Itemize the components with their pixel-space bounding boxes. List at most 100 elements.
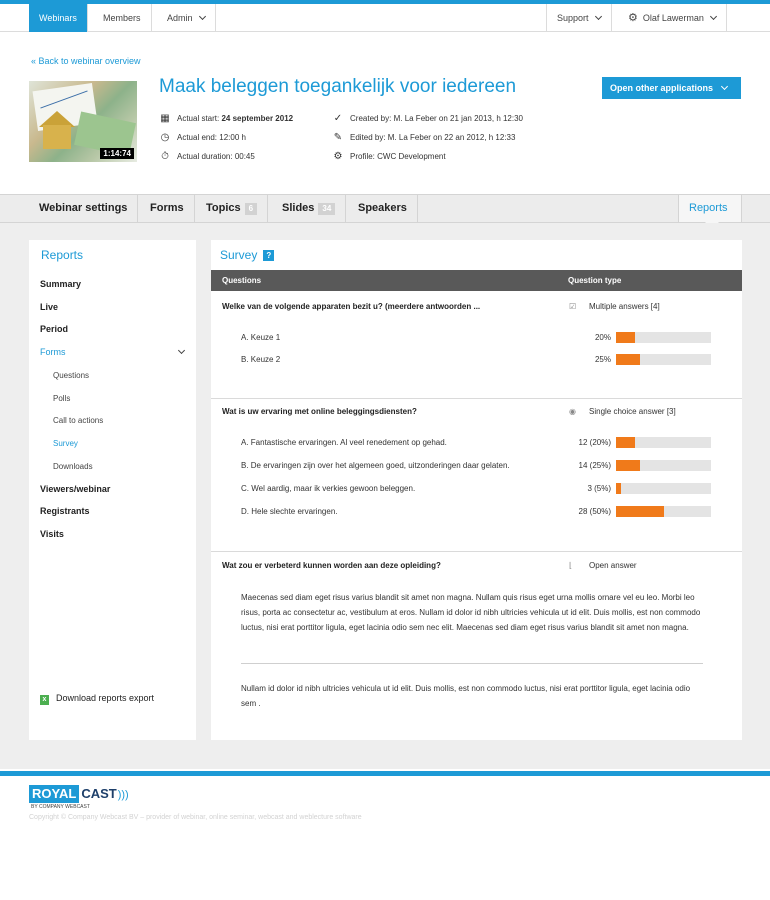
sidebar-sub-survey[interactable]: Survey <box>53 439 78 448</box>
webinar-thumbnail[interactable]: 1:14:74 <box>29 81 137 162</box>
calendar-icon: ▦ <box>160 113 170 124</box>
open-answer-response: Nullam id dolor id nibh ultricies vehicu… <box>241 684 691 708</box>
question-2: Wat is uw ervaring met online beleggings… <box>222 407 417 416</box>
radio-icon: ◉ <box>569 407 576 416</box>
question-2-type: ◉ Single choice answer [3] <box>569 407 676 416</box>
top-navigation: Webinars Members Admin Support ⚙ Olaf Law… <box>0 4 770 32</box>
nav-webinars[interactable]: Webinars <box>29 4 88 32</box>
answer-label: C. Wel aardig, maar ik verkies gewoon be… <box>241 484 416 493</box>
pencil-icon: ✎ <box>333 132 343 143</box>
nav-support[interactable]: Support <box>546 4 612 32</box>
tab-speakers[interactable]: Speakers <box>348 195 418 222</box>
survey-title: Survey? <box>220 248 275 262</box>
sidebar-item-live[interactable]: Live <box>40 302 58 312</box>
answer-stat: 3 (5%) <box>587 484 611 493</box>
answer-label: B. Keuze 2 <box>241 355 281 364</box>
download-label: Download reports export <box>56 693 155 703</box>
sidebar-sub-polls[interactable]: Polls <box>53 394 70 403</box>
broadcast-waves-icon: ))) <box>117 789 129 801</box>
answer-label: A. Fantastische ervaringen. Al veel rene… <box>241 438 447 447</box>
back-to-overview-link[interactable]: « Back to webinar overview <box>31 56 141 66</box>
answer-stat: 12 (20%) <box>578 438 611 447</box>
tab-reports[interactable]: Reports <box>678 195 742 222</box>
sidebar-sub-questions[interactable]: Questions <box>53 371 89 380</box>
royalcast-logo[interactable]: ROYAL CAST))) BY COMPANY WEBCAST <box>29 785 129 810</box>
answer-bar-fill <box>616 460 640 471</box>
sidebar-sub-call-to-actions[interactable]: Call to actions <box>53 416 103 425</box>
duration-badge: 1:14:74 <box>100 148 134 159</box>
tab-slides[interactable]: Slides 34 <box>272 195 347 222</box>
chevron-down-icon <box>720 82 729 91</box>
question-3-type-label: Open answer <box>589 561 637 570</box>
actual-duration-text: Actual duration: 00:45 <box>177 152 255 161</box>
profile: ⚙ Profile: CWC Development <box>332 151 446 163</box>
answer-bar <box>616 437 711 448</box>
sidebar-sub-downloads[interactable]: Downloads <box>53 462 93 471</box>
footer: ROYAL CAST))) BY COMPANY WEBCAST Copyrigh… <box>0 776 770 900</box>
checkmark-icon: ✓ <box>333 113 343 124</box>
help-icon[interactable]: ? <box>263 250 275 261</box>
open-other-label: Open other applications <box>610 83 714 93</box>
survey-panel: Survey? Questions Question type Welke va… <box>211 240 742 740</box>
sidebar-item-summary[interactable]: Summary <box>40 279 81 289</box>
sidebar-item-forms[interactable]: Forms <box>40 346 186 357</box>
question-divider <box>211 398 742 399</box>
answer-stat: 20% <box>594 333 611 342</box>
download-reports-export-link[interactable]: x Download reports export <box>40 693 154 705</box>
question-divider <box>211 551 742 552</box>
tab-webinar-settings[interactable]: Webinar settings <box>29 195 139 222</box>
slides-count-badge: 34 <box>318 203 336 215</box>
col-question-type: Question type <box>568 276 622 285</box>
answer-stat: 25% <box>594 355 611 364</box>
excel-icon: x <box>40 695 49 705</box>
tab-topics[interactable]: Topics 6 <box>196 195 269 222</box>
chevron-down-icon <box>177 346 186 355</box>
answer-bar <box>616 483 711 494</box>
answer-bar <box>616 506 711 517</box>
edited-by-text: Edited by: M. La Feber on 22 an 2012, h … <box>350 133 516 142</box>
question-1-type-label: Multiple answers [4] <box>589 302 660 311</box>
page-title: Maak beleggen toegankelijk voor iedereen <box>159 76 517 97</box>
answer-bar-fill <box>616 354 640 365</box>
thumbnail-house <box>43 125 71 149</box>
answer-bar <box>616 332 711 343</box>
actual-end-text: Actual end: 12:00 h <box>177 133 246 142</box>
chevron-down-icon <box>198 12 206 21</box>
created-by: ✓ Created by: M. La Feber on 21 jan 2013,… <box>332 113 523 125</box>
actual-end: ◷ Actual end: 12:00 h <box>159 132 246 144</box>
sidebar-item-period[interactable]: Period <box>40 324 68 334</box>
sidebar-item-viewers[interactable]: Viewers/webinar <box>40 484 110 494</box>
sidebar-item-registrants[interactable]: Registrants <box>40 506 90 516</box>
open-other-applications-button[interactable]: Open other applications <box>602 77 741 99</box>
logo-byline: BY COMPANY WEBCAST <box>31 804 90 810</box>
answer-stat: 28 (50%) <box>578 507 611 516</box>
gear-icon: ⚙ <box>333 151 343 162</box>
tab-topics-label: Topics <box>206 202 241 214</box>
actual-start-value: 24 september 2012 <box>221 114 294 123</box>
answer-bar <box>616 460 711 471</box>
created-by-text: Created by: M. La Feber on 21 jan 2013, … <box>350 114 524 123</box>
nav-admin[interactable]: Admin <box>157 4 216 32</box>
actual-duration: ⏱ Actual duration: 00:45 <box>159 151 255 163</box>
actual-start-label: Actual start: <box>177 114 220 123</box>
nav-members[interactable]: Members <box>93 4 152 32</box>
sidebar-title: Reports <box>41 248 84 262</box>
clock-icon: ◷ <box>160 132 170 143</box>
question-3: Wat zou er verbeterd kunnen worden aan d… <box>222 561 441 570</box>
logo-cast-text: CAST <box>81 786 117 801</box>
checkbox-icon: ☑ <box>569 302 577 311</box>
reports-sidebar: Reports Summary Live Period Forms Questi… <box>29 240 196 740</box>
nav-user-menu[interactable]: ⚙ Olaf Lawerman <box>618 4 727 32</box>
answer-label: A. Keuze 1 <box>241 333 281 342</box>
nav-admin-label: Admin <box>167 13 193 23</box>
chevron-down-icon <box>709 12 717 21</box>
sidebar-item-visits[interactable]: Visits <box>40 529 64 539</box>
actual-start: ▦ Actual start: 24 september 2012 <box>159 113 293 125</box>
profile-text: Profile: CWC Development <box>350 152 446 161</box>
stopwatch-icon: ⏱ <box>161 151 169 162</box>
gear-icon: ⚙ <box>628 12 638 24</box>
answer-bar <box>616 354 711 365</box>
open-answer-response: Maecenas sed diam eget risus varius blan… <box>241 593 701 632</box>
question-1: Welke van de volgende apparaten bezit u?… <box>222 302 481 311</box>
tab-forms[interactable]: Forms <box>140 195 195 222</box>
